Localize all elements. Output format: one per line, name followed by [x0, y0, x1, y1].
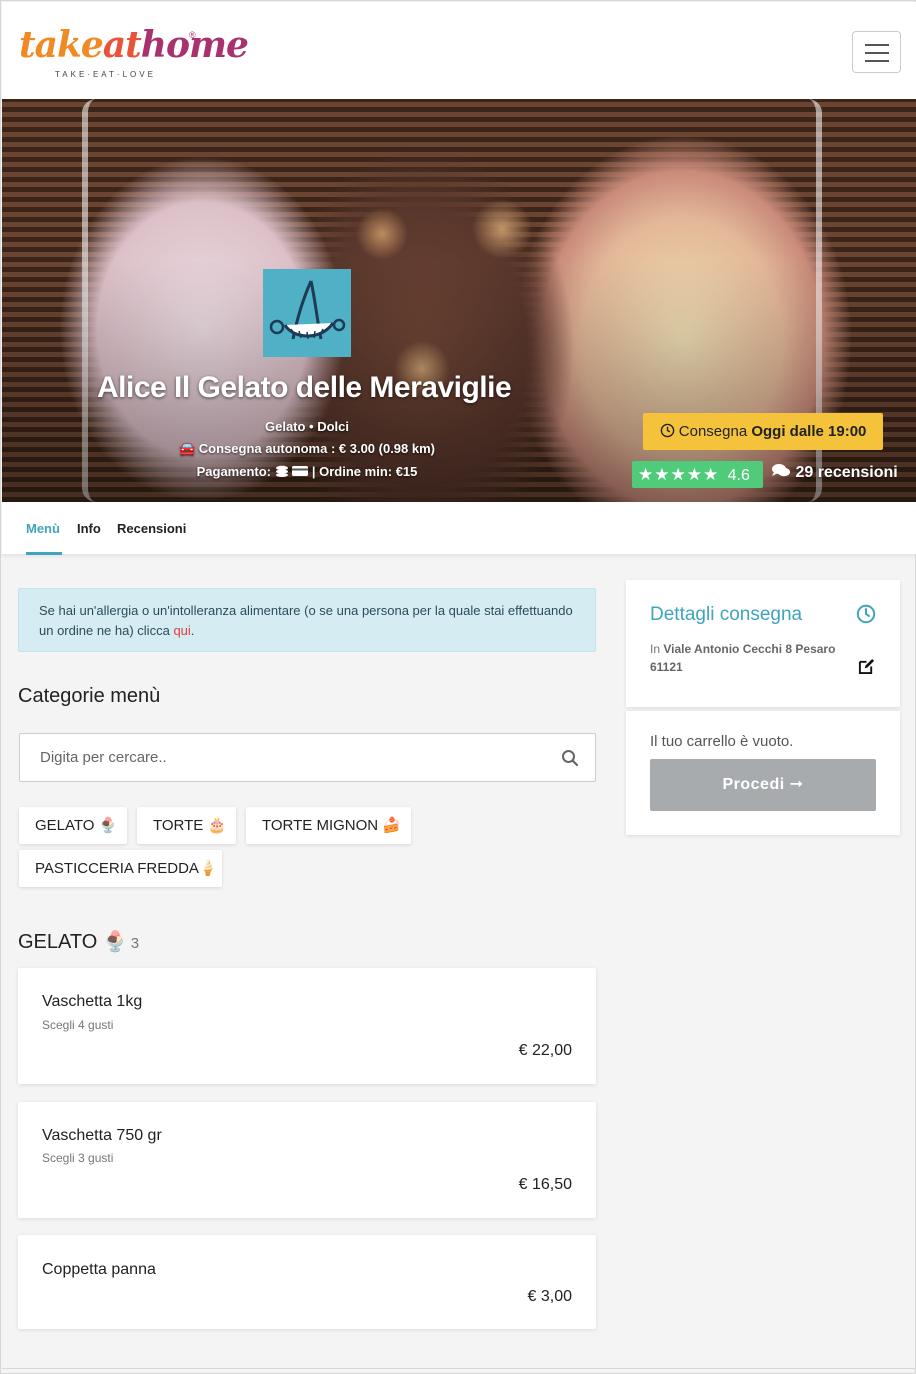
category-chip-gelato[interactable]: GELATO 🍨 — [19, 807, 127, 844]
payment-info: Pagamento: | Ordine min: €15 — [2, 464, 612, 480]
clock-icon — [660, 423, 674, 438]
comments-icon — [772, 464, 790, 477]
coins-icon — [275, 465, 289, 480]
delivery-details-title: Dettagli consegna — [650, 604, 803, 625]
tab-reviews[interactable]: Recensioni — [117, 521, 186, 536]
category-chip-torte[interactable]: TORTE 🎂 — [137, 807, 236, 844]
menu-item-card[interactable]: Coppetta panna € 3,00 — [18, 1235, 596, 1329]
logo-tagline: TAKE·EAT·LOVE — [55, 70, 156, 79]
menu-search — [19, 733, 596, 782]
restaurant-tabs: Menù Info Recensioni — [2, 502, 916, 555]
divider — [2, 1368, 916, 1369]
reviews-link[interactable]: 29 recensioni — [771, 463, 898, 482]
rating-badge[interactable]: ★★★★★ 4.6 — [632, 461, 763, 488]
menu-item-card[interactable]: Vaschetta 1kg Scegli 4 gusti € 22,00 — [18, 968, 596, 1084]
hamburger-icon — [865, 44, 889, 46]
restaurant-categories: Gelato • Dolci — [264, 419, 349, 434]
tab-menu[interactable]: Menù — [26, 521, 60, 536]
logo-wordmark: takeathome — [19, 24, 249, 66]
menu-toggle-button[interactable] — [852, 31, 901, 73]
delivery-info: 🚘 Consegna autonoma : € 3.00 (0.98 km) — [178, 441, 436, 456]
allergy-link[interactable]: qui — [173, 623, 190, 638]
search-icon[interactable] — [561, 749, 579, 767]
menu-item-name: Vaschetta 750 gr — [42, 1127, 162, 1144]
active-tab-indicator — [26, 552, 62, 555]
registered-mark: ® — [189, 30, 196, 40]
menu-item-name: Coppetta panna — [42, 1261, 156, 1278]
allergy-notice: Se hai un'allergia o un'intolleranza ali… — [18, 588, 596, 652]
menu-item-price: € 16,50 — [518, 1176, 572, 1193]
edit-icon[interactable] — [858, 658, 875, 675]
menu-item-description: Scegli 4 gusti — [42, 1018, 114, 1032]
proceed-button[interactable]: Procedi ➞ — [650, 759, 876, 811]
top-navbar: takeathome ® TAKE·EAT·LOVE — [2, 2, 916, 99]
hamburger-icon — [865, 60, 889, 62]
search-input[interactable] — [20, 734, 540, 781]
delivery-address: In Viale Antonio Cecchi 8 Pesaro 61121 — [650, 642, 836, 674]
reviews-count: 29 recensioni — [795, 464, 898, 481]
takeathome-logo[interactable]: takeathome ® TAKE·EAT·LOVE — [19, 22, 249, 82]
section-count: 3 — [130, 935, 140, 952]
allergy-text: Se hai un'allergia o un'intolleranza ali… — [39, 603, 573, 638]
delivery-time-value: Oggi dalle 19:00 — [751, 423, 867, 440]
star-icons: ★★★★★ — [638, 465, 720, 484]
category-chip-torte-mignon[interactable]: TORTE MIGNON 🍰 — [246, 807, 411, 844]
section-title: GELATO 🍨 3 — [18, 929, 139, 954]
payment-label: Pagamento: — [196, 464, 272, 479]
page-frame: takeathome ® TAKE·EAT·LOVE Alice Il Gela… — [0, 0, 916, 1374]
section-name: GELATO 🍨 — [18, 931, 128, 953]
category-chip-pasticceria-fredda[interactable]: PASTICCERIA FREDDA🍦 — [19, 850, 222, 887]
delivery-address-value: Viale Antonio Cecchi 8 Pesaro 61121 — [650, 642, 836, 674]
delivery-time-button[interactable]: Consegna Oggi dalle 19:00 — [643, 413, 883, 450]
clock-icon[interactable] — [856, 604, 876, 624]
menu-item-card[interactable]: Vaschetta 750 gr Scegli 3 gusti € 16,50 — [18, 1102, 596, 1218]
restaurant-logo — [263, 269, 351, 357]
menu-item-name: Vaschetta 1kg — [42, 993, 143, 1010]
cart-empty-text: Il tuo carrello è vuoto. — [650, 733, 794, 750]
tab-info[interactable]: Info — [77, 521, 101, 536]
minimum-order: | Ordine min: €15 — [311, 464, 418, 479]
credit-card-icon — [292, 465, 309, 480]
restaurant-name: Alice Il Gelato delle Meraviglie — [97, 371, 512, 404]
restaurant-hero: Alice Il Gelato delle Meraviglie Gelato … — [2, 99, 916, 502]
rating-value: 4.6 — [727, 467, 750, 484]
hamburger-icon — [865, 52, 889, 54]
delivery-time-prefix: Consegna — [678, 423, 748, 440]
menu-item-price: € 22,00 — [518, 1042, 572, 1059]
delivery-details-panel: Dettagli consegna In Viale Antonio Cecch… — [626, 580, 900, 707]
menu-item-price: € 3,00 — [527, 1288, 572, 1305]
categories-heading: Categorie menù — [18, 685, 161, 707]
cart-panel: Il tuo carrello è vuoto. Procedi ➞ — [626, 711, 900, 835]
menu-item-description: Scegli 3 gusti — [42, 1151, 114, 1165]
